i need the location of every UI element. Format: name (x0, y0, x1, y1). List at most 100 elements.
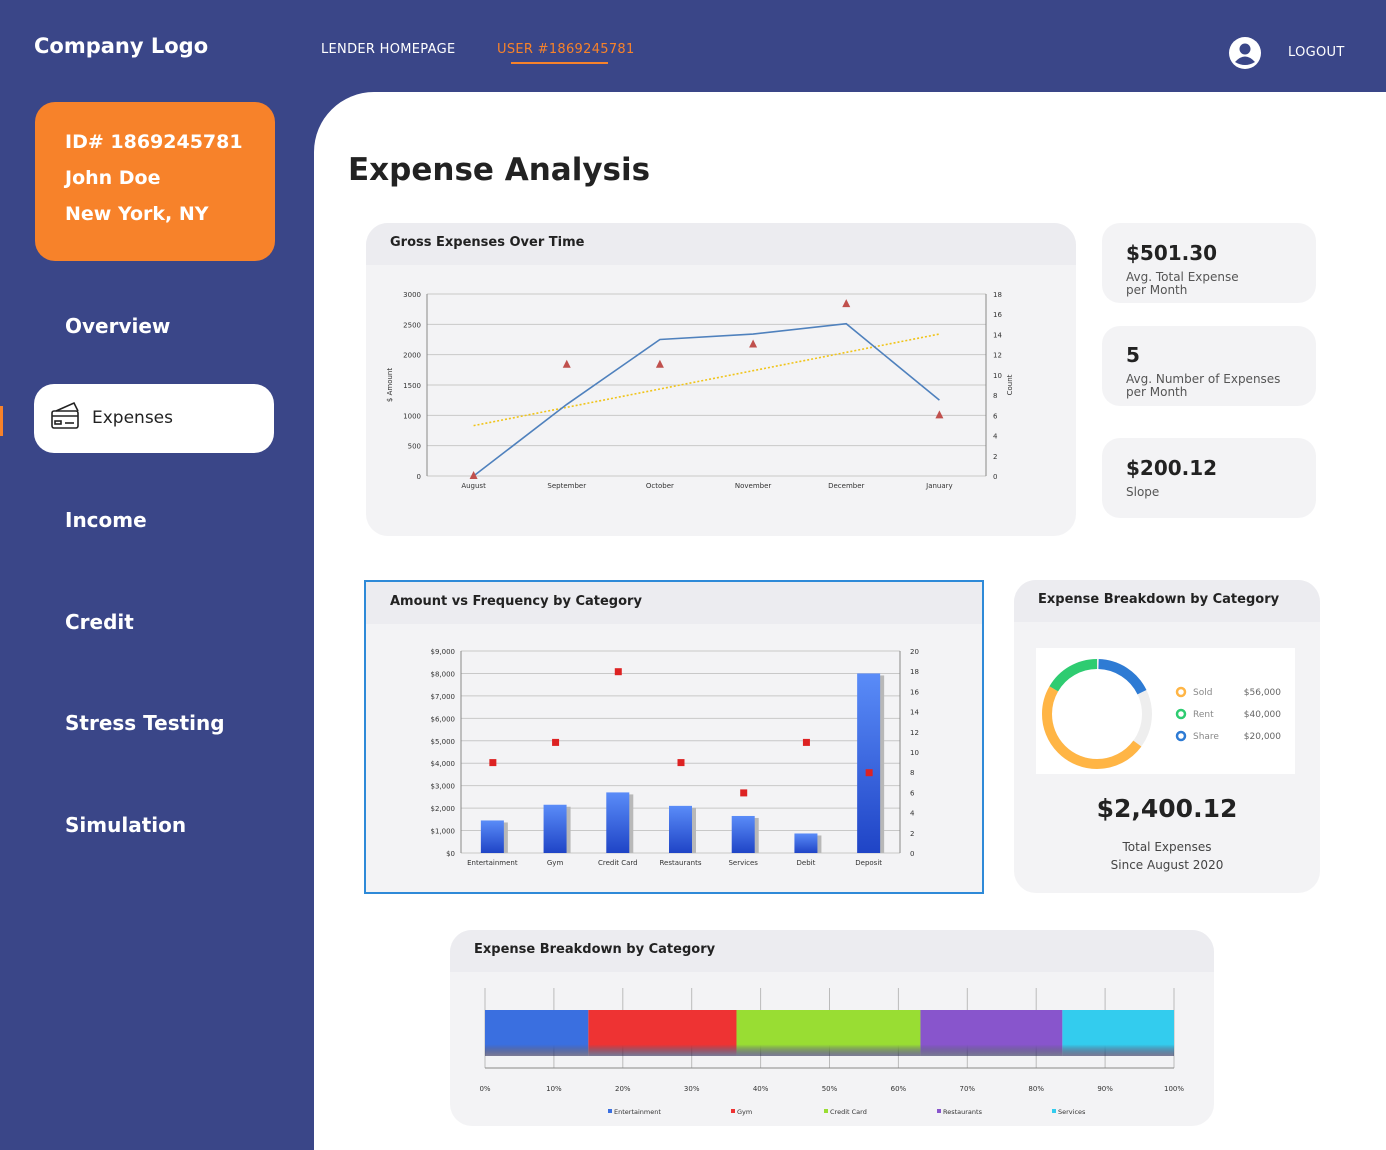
profile-id: ID# 1869245781 (65, 131, 243, 153)
legend-label: Share (1193, 732, 1219, 742)
y-tick-label: 1000 (403, 412, 421, 420)
profile-card: ID# 1869245781 John Doe New York, NY (35, 102, 275, 261)
x-tick-label: August (461, 482, 486, 490)
legend-swatch (1052, 1109, 1056, 1113)
y2-tick-label: 8 (993, 392, 997, 400)
stat-avg-number-expenses: 5 Avg. Number of Expenses per Month (1102, 326, 1316, 406)
expense-breakdown-donut-chart: Sold $56,000 Rent $40,000 Share $20,000 (1042, 659, 1281, 769)
sidebar-item-simulation[interactable]: Simulation (65, 813, 186, 837)
x-tick-label: December (828, 482, 864, 490)
nav-lender-homepage[interactable]: LENDER HOMEPAGE (321, 42, 455, 57)
y-tick-label: $8,000 (431, 670, 456, 678)
sidebar-item-stress-testing[interactable]: Stress Testing (65, 711, 225, 735)
y2-tick-label: 14 (993, 331, 1002, 339)
y-tick-label: $7,000 (431, 693, 456, 701)
y2-tick-label: 2 (993, 453, 997, 461)
y2-tick-label: 12 (910, 729, 919, 737)
stacked-segment (485, 1010, 589, 1056)
x-tick-label: Credit Card (598, 859, 638, 867)
y2-tick-label: 10 (910, 749, 919, 757)
y2-tick-label: 10 (993, 372, 1002, 380)
frequency-marker (677, 759, 685, 767)
total-expenses-value: $2,400.12 (1096, 794, 1238, 823)
y2-tick-label: 4 (910, 810, 915, 818)
x-tick-label: Gym (547, 859, 564, 867)
expense-breakdown-stacked-chart: 0% 10% 20% 30% 40% 50% 60% 70% 80% 90% 100% Enterta… (479, 988, 1184, 1116)
frequency-marker (552, 738, 560, 746)
sidebar-item-overview[interactable]: Overview (65, 314, 170, 338)
x-tick-label: 70% (960, 1085, 976, 1093)
legend-label: Sold (1193, 688, 1212, 698)
frequency-marker (489, 759, 497, 767)
stat-value: 5 (1126, 343, 1140, 367)
count-marker (655, 359, 664, 368)
expense-breakdown-stacked-card: Expense Breakdown by Category 0% 10% 20% 30… (450, 930, 1214, 1126)
x-tick-label: January (925, 482, 953, 490)
y-tick-label: $4,000 (431, 760, 456, 768)
amount-frequency-chart: $0 $1,000 $2,000 $3,000 $4,000 $5,000 $6,000 $7… (431, 648, 920, 867)
legend-label: Rent (1193, 710, 1214, 720)
trendline (473, 333, 940, 427)
legend-label: Restaurants (943, 1108, 983, 1116)
bar (731, 815, 755, 853)
x-tick-label: October (646, 482, 674, 490)
y2-axis-label: Count (1006, 374, 1014, 395)
legend-swatch (1175, 686, 1187, 698)
legend-label: Gym (737, 1108, 752, 1116)
legend-label: Credit Card (830, 1108, 867, 1116)
stacked-segment (736, 1010, 921, 1056)
legend-swatch (608, 1109, 612, 1113)
legend-swatch (1175, 730, 1187, 742)
y-tick-label: 1500 (403, 382, 421, 390)
y2-tick-label: 14 (910, 709, 919, 717)
y2-tick-label: 2 (910, 830, 914, 838)
x-tick-label: 90% (1097, 1085, 1113, 1093)
gross-expenses-card: Gross Expenses Over Time 0 500 1000 1500 200… (366, 223, 1076, 536)
stat-label: Avg. Number of Expenses per Month (1126, 372, 1281, 399)
y-tick-label: 3000 (403, 291, 421, 299)
x-tick-label: 100% (1164, 1085, 1184, 1093)
legend-value: $20,000 (1244, 732, 1281, 742)
gross-expenses-chart: 0 500 1000 1500 2000 2500 3000 0 2 4 6 8 10 12 14 16 18 A… (386, 291, 1014, 490)
x-tick-label: Debit (797, 859, 816, 867)
x-tick-label: Restaurants (660, 859, 702, 867)
y2-tick-label: 6 (910, 789, 915, 797)
sidebar-item-income[interactable]: Income (65, 508, 147, 532)
y2-tick-label: 4 (993, 433, 998, 441)
amount-frequency-card[interactable]: Amount vs Frequency by Category $0 $1,000… (364, 580, 984, 894)
legend-value: $40,000 (1244, 710, 1281, 720)
page-title: Expense Analysis (348, 152, 651, 188)
expense-breakdown-donut-title: Expense Breakdown by Category (1014, 580, 1320, 622)
profile-name: John Doe (65, 167, 161, 189)
legend-label: Services (1058, 1108, 1086, 1116)
x-tick-label: Entertainment (467, 859, 518, 867)
count-marker (749, 339, 758, 348)
legend-swatch (824, 1109, 828, 1113)
company-logo[interactable]: Company Logo (34, 34, 208, 58)
bar (857, 673, 881, 853)
x-tick-label: 40% (753, 1085, 769, 1093)
y-axis-label: $ Amount (386, 368, 394, 402)
y2-tick-label: 16 (910, 688, 919, 696)
y-tick-label: $3,000 (431, 783, 456, 791)
logout-button[interactable]: LOGOUT (1288, 45, 1345, 60)
sidebar-item-expenses[interactable]: Expenses (34, 384, 274, 453)
x-tick-label: 50% (822, 1085, 838, 1093)
y-tick-label: 2500 (403, 321, 421, 329)
count-marker (469, 471, 478, 479)
y-tick-label: 0 (417, 473, 421, 481)
bar (480, 820, 504, 853)
x-tick-label: September (547, 482, 586, 490)
nav-user-profile[interactable]: USER #1869245781 (497, 42, 635, 57)
stat-label: Slope (1126, 485, 1160, 499)
y2-tick-label: 0 (910, 850, 914, 858)
x-tick-label: November (735, 482, 772, 490)
y-tick-label: 2000 (403, 352, 421, 360)
frequency-marker (865, 769, 873, 777)
user-avatar-icon[interactable] (1229, 37, 1261, 69)
series-line-amount (473, 322, 940, 477)
y-tick-label: 500 (408, 443, 421, 451)
frequency-marker (802, 738, 810, 746)
sidebar-item-credit[interactable]: Credit (65, 610, 134, 634)
legend-swatch (731, 1109, 735, 1113)
